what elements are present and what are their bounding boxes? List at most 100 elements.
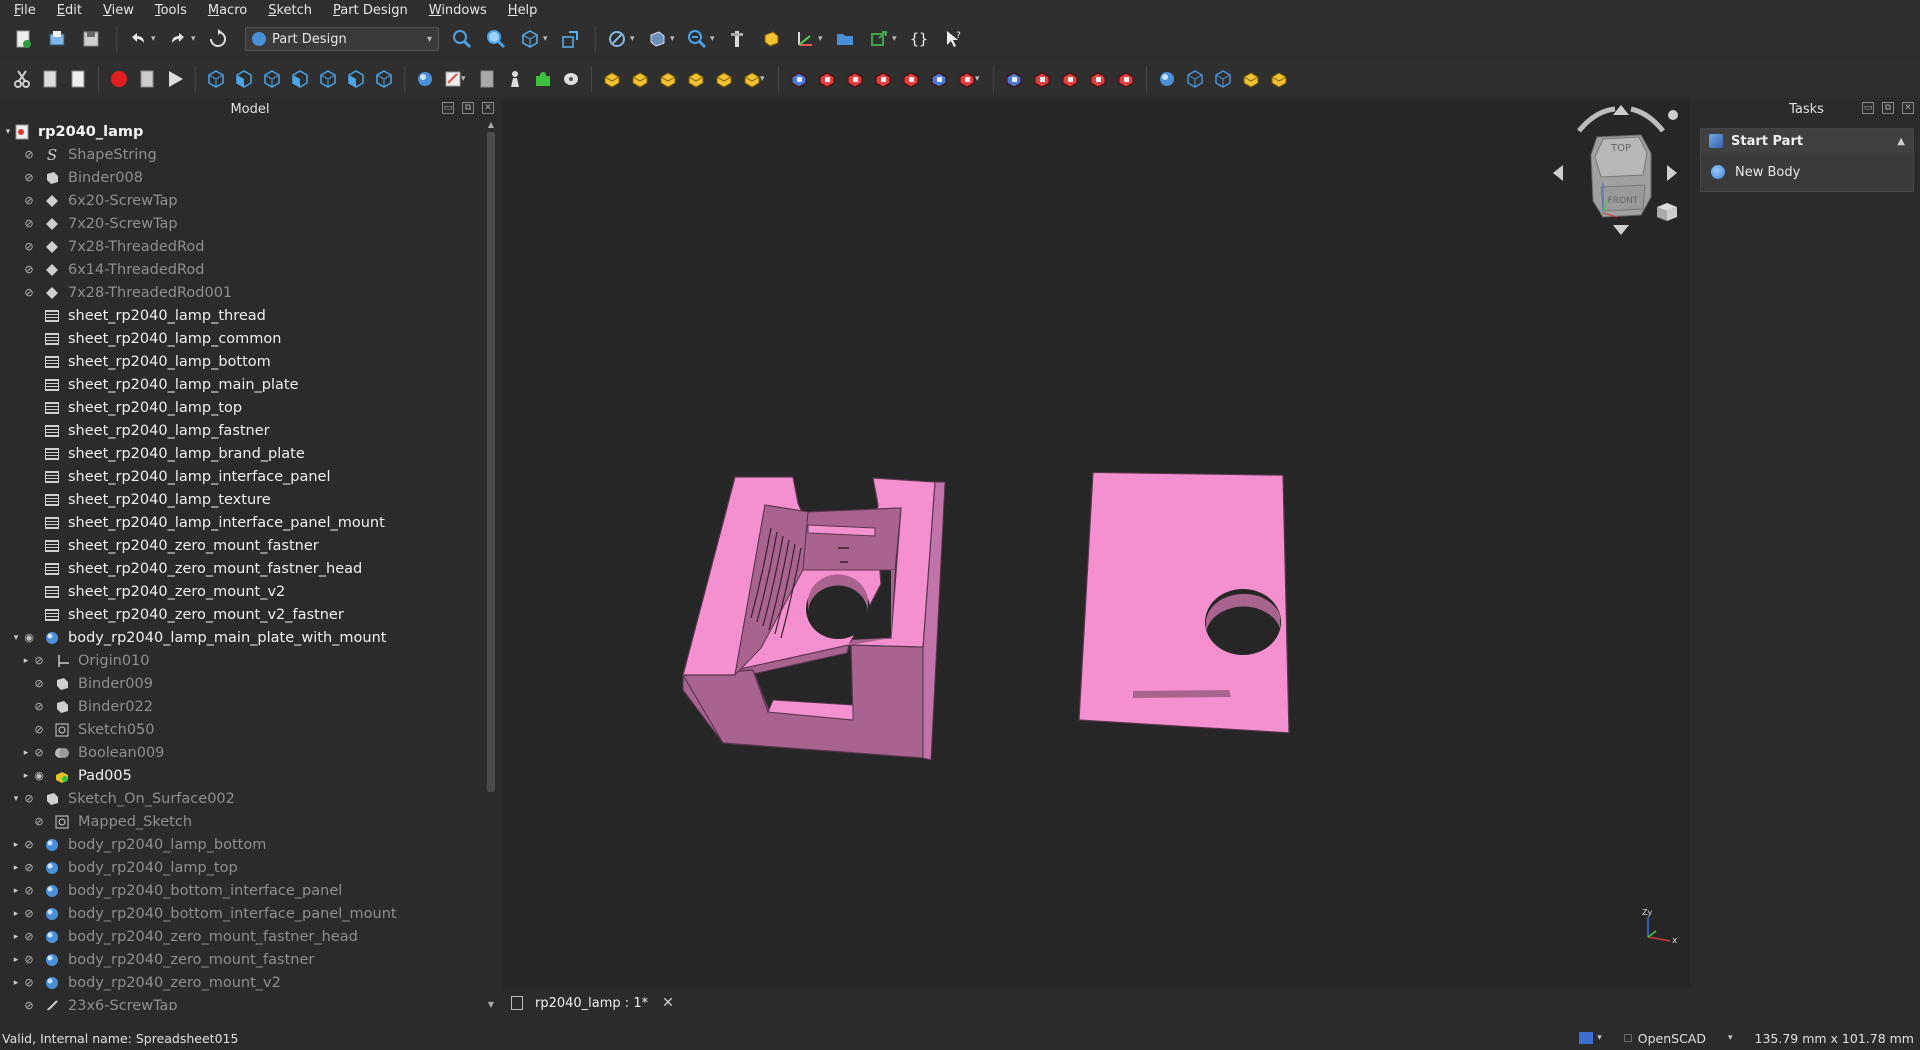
- 3d-viewport[interactable]: [503, 100, 1690, 990]
- open-document-button[interactable]: [42, 24, 72, 54]
- visibility-hidden-icon[interactable]: ⊘: [22, 792, 36, 805]
- nav-menu-dot-icon[interactable]: [1668, 110, 1678, 120]
- tree-item[interactable]: ⊘ Binder022: [0, 695, 485, 718]
- visibility-hidden-icon[interactable]: ⊘: [22, 976, 36, 989]
- new-document-button[interactable]: [8, 24, 38, 54]
- pocket-button[interactable]: [785, 64, 813, 94]
- scroll-thumb[interactable]: [487, 132, 495, 792]
- visibility-hidden-icon[interactable]: ⊘: [32, 677, 46, 690]
- navigation-cube[interactable]: TOP FRONT: [1545, 105, 1685, 235]
- boolean-button[interactable]: [1153, 64, 1181, 94]
- tree-item[interactable]: ▸ ⊘ body_rp2040_zero_mount_fastner: [0, 948, 485, 971]
- thickness-button[interactable]: [1237, 64, 1265, 94]
- tree-item[interactable]: sheet_rp2040_lamp_interface_panel_mount: [0, 511, 485, 534]
- menu-macro[interactable]: Macro: [208, 3, 247, 18]
- expand-closed-icon[interactable]: ▸: [20, 771, 32, 781]
- fillet-button[interactable]: [1112, 64, 1140, 94]
- new-body-button[interactable]: New Body: [1701, 153, 1913, 191]
- model-tree-scrollbar[interactable]: ▲ ▼: [485, 120, 497, 1010]
- visibility-hidden-icon[interactable]: ⊘: [32, 723, 46, 736]
- tree-item[interactable]: ▸ ⊘ body_rp2040_zero_mount_v2: [0, 971, 485, 994]
- draft-button[interactable]: [1209, 64, 1237, 94]
- visibility-hidden-icon[interactable]: ⊘: [22, 217, 36, 230]
- visibility-eye-icon[interactable]: ◉: [22, 631, 36, 644]
- view-left-button[interactable]: [370, 64, 398, 94]
- paste-button[interactable]: [64, 64, 92, 94]
- document-tab[interactable]: rp2040_lamp : 1* ✕: [503, 990, 684, 1016]
- expand-closed-icon[interactable]: ▸: [10, 909, 22, 919]
- tree-item[interactable]: ▾ rp2040_lamp: [0, 120, 485, 143]
- tree-item[interactable]: ⊘ 7x28-ThreadedRod001: [0, 281, 485, 304]
- visibility-hidden-icon[interactable]: ⊘: [22, 194, 36, 207]
- isometric-view-button[interactable]: [515, 24, 545, 54]
- view-dropdown-icon[interactable]: ▾: [543, 34, 551, 44]
- visibility-hidden-icon[interactable]: ⊘: [22, 171, 36, 184]
- menu-part-design[interactable]: Part Design: [333, 3, 408, 18]
- visibility-hidden-icon[interactable]: ⊘: [22, 930, 36, 943]
- visibility-hidden-icon[interactable]: ⊘: [22, 884, 36, 897]
- tree-item[interactable]: ▸ ◉ Pad005: [0, 764, 485, 787]
- tree-item[interactable]: sheet_rp2040_lamp_thread: [0, 304, 485, 327]
- expand-closed-icon[interactable]: ▸: [10, 932, 22, 942]
- link-button[interactable]: [864, 24, 894, 54]
- tree-item[interactable]: ⊘ Sketch050: [0, 718, 485, 741]
- groove-button[interactable]: [841, 64, 869, 94]
- expand-closed-icon[interactable]: ▸: [10, 840, 22, 850]
- expand-closed-icon[interactable]: ▸: [10, 978, 22, 988]
- axis-cross-button[interactable]: [790, 24, 820, 54]
- menu-sketch[interactable]: Sketch: [268, 3, 312, 18]
- menu-windows[interactable]: Windows: [429, 3, 487, 18]
- view-fit-button[interactable]: [202, 64, 230, 94]
- nav-rotate-left-icon[interactable]: [1577, 106, 1616, 133]
- visibility-eye-icon[interactable]: ◉: [32, 769, 46, 782]
- visibility-hidden-icon[interactable]: ⊘: [32, 654, 46, 667]
- visibility-hidden-icon[interactable]: ⊘: [22, 240, 36, 253]
- link-dropdown-icon[interactable]: ▾: [892, 34, 900, 44]
- navigation-style-label[interactable]: OpenSCAD: [1638, 1031, 1706, 1046]
- visibility-hidden-icon[interactable]: ⊘: [22, 148, 36, 161]
- nav-arrow-right-icon[interactable]: [1667, 165, 1677, 181]
- undo-button[interactable]: [123, 24, 153, 54]
- tree-item[interactable]: ⊘ 6x20-ScrewTap: [0, 189, 485, 212]
- expand-closed-icon[interactable]: ▸: [10, 886, 22, 896]
- close-tab-icon[interactable]: ✕: [662, 995, 674, 1011]
- tree-item[interactable]: ⊘ 6x14-ThreadedRod: [0, 258, 485, 281]
- fit-all-button[interactable]: [447, 24, 477, 54]
- zoom-button[interactable]: [682, 24, 712, 54]
- redo-dropdown-icon[interactable]: ▾: [191, 34, 199, 44]
- sprocket-button[interactable]: [1265, 64, 1293, 94]
- workbench-selector[interactable]: Part Design ▾: [245, 27, 439, 51]
- nav-rotate-right-icon[interactable]: [1630, 106, 1665, 133]
- menu-view[interactable]: View: [103, 3, 134, 18]
- tree-item[interactable]: sheet_rp2040_lamp_main_plate: [0, 373, 485, 396]
- tree-item[interactable]: ▸ ⊘ body_rp2040_bottom_interface_panel_mou…: [0, 902, 485, 925]
- record-macro-button[interactable]: [105, 64, 133, 94]
- bounding-box-button[interactable]: [555, 24, 585, 54]
- tree-item[interactable]: ⊘ 7x28-ThreadedRod: [0, 235, 485, 258]
- multitransform-button[interactable]: [1084, 64, 1112, 94]
- visibility-hidden-icon[interactable]: ⊘: [22, 838, 36, 851]
- save-document-button[interactable]: [76, 24, 106, 54]
- tree-item[interactable]: sheet_rp2040_zero_mount_fastner_head: [0, 557, 485, 580]
- nav-arrow-up-icon[interactable]: [1613, 105, 1629, 115]
- subtractive-helix-button[interactable]: [925, 64, 953, 94]
- undo-dropdown-icon[interactable]: ▾: [151, 34, 159, 44]
- tree-item[interactable]: ▸ ⊘ body_rp2040_lamp_top: [0, 856, 485, 879]
- tree-item[interactable]: sheet_rp2040_lamp_fastner: [0, 419, 485, 442]
- macro-editor-button[interactable]: [133, 64, 161, 94]
- tree-item[interactable]: ▾ ◉ body_rp2040_lamp_main_plate_with_mount: [0, 626, 485, 649]
- collapse-icon[interactable]: ▲: [1897, 136, 1905, 147]
- linear-pattern-button[interactable]: [1028, 64, 1056, 94]
- whats-this-button[interactable]: ?: [938, 24, 968, 54]
- tool-dropdown-icon[interactable]: ▾: [461, 74, 469, 84]
- expand-closed-icon[interactable]: ▸: [10, 863, 22, 873]
- view-right-button[interactable]: [286, 64, 314, 94]
- shapebinder-button[interactable]: [501, 64, 529, 94]
- menu-tools[interactable]: Tools: [155, 3, 187, 18]
- cut-button[interactable]: [8, 64, 36, 94]
- hole-button[interactable]: [813, 64, 841, 94]
- close-panel-icon[interactable]: ✕: [482, 102, 494, 114]
- visibility-hidden-icon[interactable]: ⊘: [22, 286, 36, 299]
- copy-button[interactable]: [36, 64, 64, 94]
- visibility-hidden-icon[interactable]: ⊘: [32, 815, 46, 828]
